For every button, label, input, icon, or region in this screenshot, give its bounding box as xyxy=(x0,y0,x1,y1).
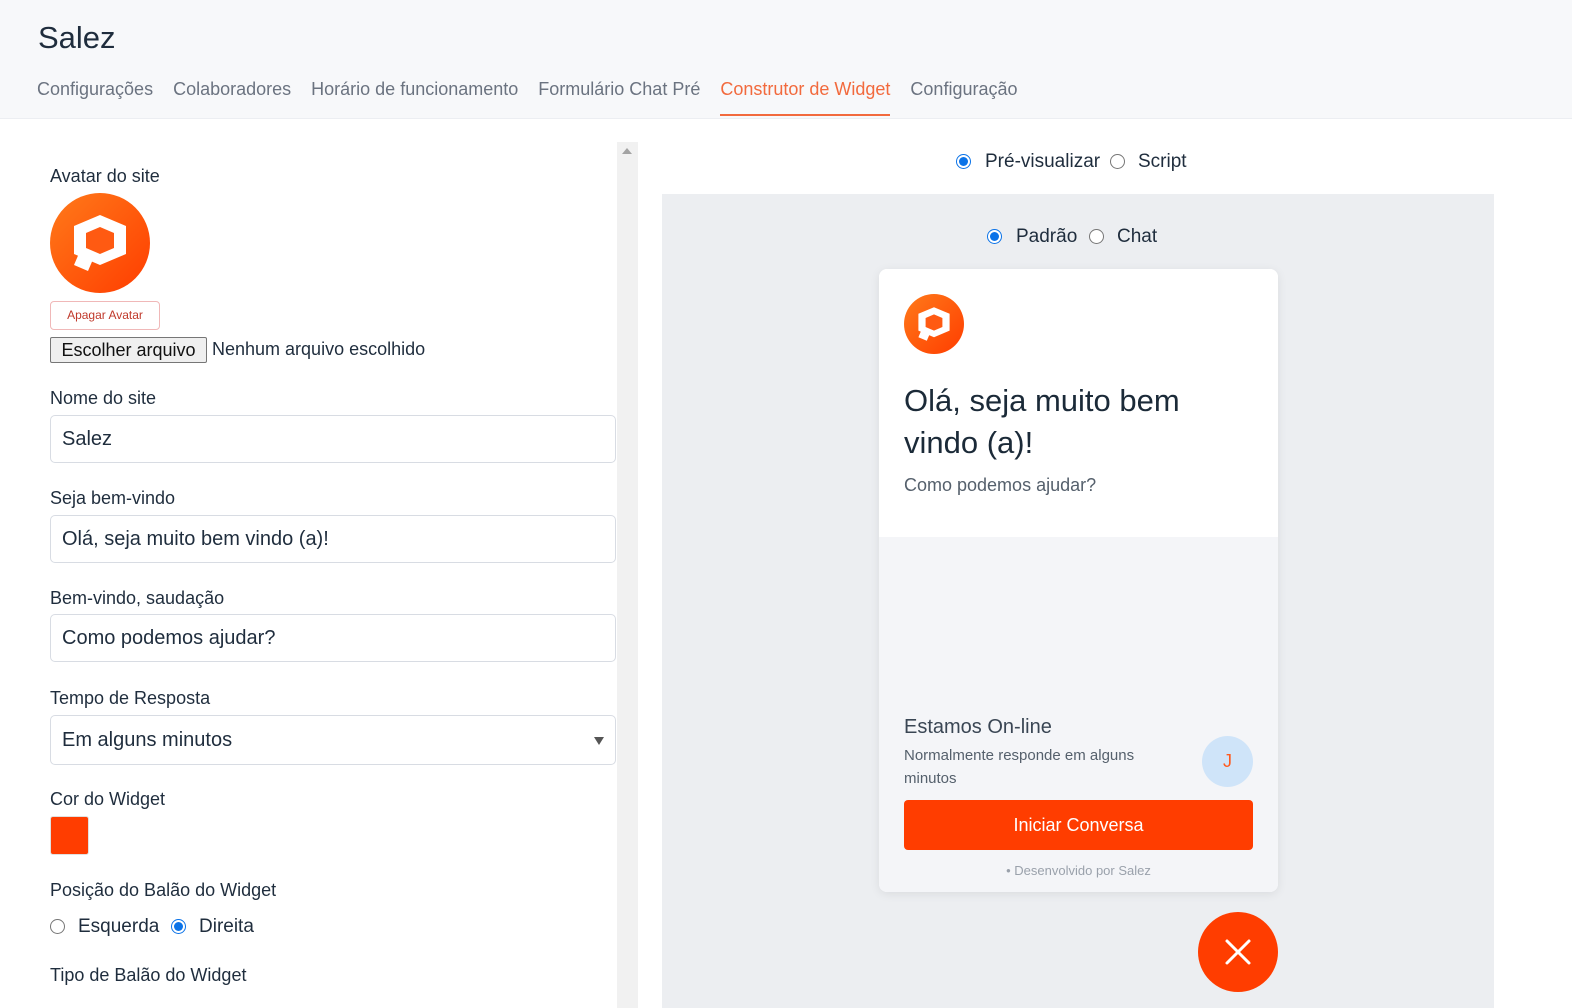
agent-avatar: J xyxy=(1202,736,1253,787)
radio-chat[interactable] xyxy=(1089,229,1104,244)
welcome-label: Seja bem-vindo xyxy=(50,488,176,508)
scroll-up-arrow-icon[interactable] xyxy=(622,148,632,154)
radio-right-label: Direita xyxy=(199,916,254,937)
radio-preview-label: Pré-visualizar xyxy=(985,151,1101,172)
bolt-icon: • xyxy=(1006,863,1011,878)
site-name-label: Nome do site xyxy=(50,388,157,408)
chevron-down-icon xyxy=(594,737,604,745)
radio-right[interactable] xyxy=(171,919,186,934)
close-icon xyxy=(1225,939,1251,965)
tab-horario[interactable]: Horário de funcionamento xyxy=(311,79,518,116)
site-avatar xyxy=(50,193,150,293)
response-time-select[interactable]: Em alguns minutos xyxy=(50,715,616,765)
radio-preview[interactable] xyxy=(956,154,971,169)
header: Salez Configurações Colaboradores Horári… xyxy=(0,0,1572,119)
radio-padrao[interactable] xyxy=(987,229,1002,244)
widget-color-swatch[interactable] xyxy=(50,816,89,855)
widget-title: Olá, seja muito bem vindo (a)! xyxy=(904,383,1180,460)
tab-bar: Configurações Colaboradores Horário de f… xyxy=(37,79,1018,116)
tab-configuracao[interactable]: Configuração xyxy=(910,79,1017,116)
logo-icon xyxy=(918,307,950,341)
delete-avatar-button[interactable]: Apagar Avatar xyxy=(50,301,160,330)
radio-script[interactable] xyxy=(1110,154,1125,169)
greeting-input[interactable]: Como podemos ajudar? xyxy=(50,614,616,662)
widget-subtitle: Como podemos ajudar? xyxy=(904,475,1097,495)
widget-color-label: Cor do Widget xyxy=(50,789,166,809)
powered-by: • Desenvolvido por Salez xyxy=(879,863,1278,878)
widget-avatar xyxy=(904,294,964,354)
radio-left[interactable] xyxy=(50,919,65,934)
radio-padrao-label: Padrão xyxy=(1016,226,1078,247)
tab-construtor-widget[interactable]: Construtor de Widget xyxy=(720,79,891,116)
avatar-label: Avatar do site xyxy=(50,166,160,186)
widget-status-subtitle: Normalmente responde em alguns minutos xyxy=(904,747,1135,787)
radio-script-label: Script xyxy=(1138,151,1187,172)
widget-launcher-button[interactable] xyxy=(1198,912,1278,992)
tab-formulario-chat-pre[interactable]: Formulário Chat Pré xyxy=(538,79,700,116)
tab-colaboradores[interactable]: Colaboradores xyxy=(173,79,291,116)
choose-file-button[interactable]: Escolher arquivo xyxy=(50,337,207,363)
radio-left-label: Esquerda xyxy=(78,916,160,937)
radio-chat-label: Chat xyxy=(1117,226,1158,247)
logo-icon xyxy=(74,215,126,271)
response-time-value: Em alguns minutos xyxy=(62,729,233,751)
tab-configuracoes[interactable]: Configurações xyxy=(37,79,153,116)
file-status: Nenhum arquivo escolhido xyxy=(212,339,426,359)
bubble-position-label: Posição do Balão do Widget xyxy=(50,880,277,900)
powered-by-text: Desenvolvido por Salez xyxy=(1014,863,1151,878)
form-scrollbar[interactable] xyxy=(617,142,638,1008)
start-conversation-button[interactable]: Iniciar Conversa xyxy=(904,800,1253,850)
app-title: Salez xyxy=(38,20,116,55)
bubble-type-label: Tipo de Balão do Widget xyxy=(50,965,247,985)
site-name-input[interactable]: Salez xyxy=(50,415,616,463)
widget-status-title: Estamos On-line xyxy=(904,716,1052,738)
response-time-label: Tempo de Resposta xyxy=(50,688,211,708)
greeting-label: Bem-vindo, saudação xyxy=(50,588,225,608)
welcome-input[interactable]: Olá, seja muito bem vindo (a)! xyxy=(50,515,616,563)
widget-preview: Olá, seja muito bem vindo (a)! Como pode… xyxy=(879,269,1278,892)
